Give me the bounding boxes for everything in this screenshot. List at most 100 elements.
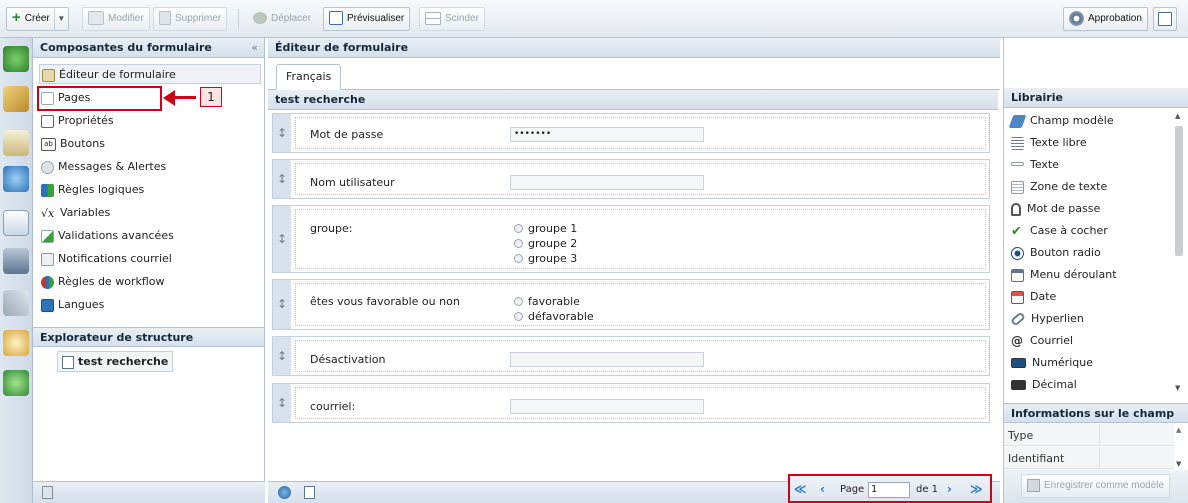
globe-module-icon[interactable] <box>3 166 29 192</box>
form-row-deactivation[interactable]: ↕ Désactivation <box>272 336 990 376</box>
radio-option[interactable]: groupe 2 <box>514 236 577 251</box>
split-button[interactable]: Scinder <box>419 7 485 31</box>
drag-handle-icon[interactable]: ↕ <box>273 337 291 375</box>
drag-handle-icon[interactable]: ↕ <box>273 114 291 152</box>
component-item-properties[interactable]: Propriétés <box>41 111 114 131</box>
form-editor-icon <box>42 68 55 82</box>
radio-icon[interactable] <box>514 297 523 306</box>
username-input[interactable] <box>510 175 704 190</box>
properties-icon <box>41 114 54 128</box>
edit-icon <box>88 11 104 26</box>
radio-option[interactable]: groupe 3 <box>514 251 577 266</box>
first-page-icon[interactable]: ≪ <box>794 482 807 496</box>
field-container: courriel: <box>295 387 986 419</box>
library-item-checkbox[interactable]: ✔ Case à cocher <box>1011 220 1108 242</box>
collapse-icon[interactable]: « <box>251 38 258 57</box>
component-item-form-editor[interactable]: Éditeur de formulaire <box>39 64 261 84</box>
radio-icon[interactable] <box>514 254 523 263</box>
save-as-template-button[interactable]: Enregistrer comme modèle <box>1021 474 1171 498</box>
form-module-icon[interactable] <box>3 130 29 156</box>
preview-button[interactable]: Prévisualiser <box>323 7 411 31</box>
library-item-decimal[interactable]: Décimal <box>1011 374 1077 394</box>
dropdown-icon <box>1011 268 1024 282</box>
chart-module-icon[interactable] <box>3 210 29 236</box>
module-sidebar <box>0 38 33 503</box>
form-settings-button[interactable] <box>1153 7 1177 31</box>
drag-handle-icon[interactable]: ↕ <box>273 384 291 422</box>
drag-handle-icon[interactable]: ↕ <box>273 280 291 329</box>
drag-handle-icon[interactable]: ↕ <box>273 206 291 272</box>
library-item-numeric[interactable]: Numérique <box>1011 352 1093 374</box>
library-item-radio[interactable]: Bouton radio <box>1011 242 1101 264</box>
form-row-group[interactable]: ↕ groupe: groupe 1 groupe 2 groupe 3 <box>272 205 990 273</box>
globe-icon[interactable] <box>278 486 291 499</box>
library-item-template-field[interactable]: Champ modèle <box>1008 110 1114 132</box>
library-item-free-text[interactable]: Texte libre <box>1011 132 1087 154</box>
tools-module-icon[interactable] <box>3 290 29 316</box>
password-input[interactable]: ••••••• <box>510 127 704 142</box>
deactivation-input[interactable] <box>510 352 704 367</box>
scroll-down-icon[interactable]: ▼ <box>1176 460 1181 468</box>
component-item-languages[interactable]: Langues <box>41 295 104 315</box>
buttons-icon: ab <box>41 137 56 151</box>
location-module-icon[interactable] <box>3 370 29 396</box>
drag-handle-icon[interactable]: ↕ <box>273 160 291 198</box>
radio-icon[interactable] <box>514 312 523 321</box>
component-item-advanced-validations[interactable]: Validations avancées <box>41 226 174 246</box>
radio-icon[interactable] <box>514 239 523 248</box>
home-module-icon[interactable] <box>3 46 29 72</box>
modify-button[interactable]: Modifier <box>82 7 150 31</box>
component-item-buttons[interactable]: ab Boutons <box>41 134 105 154</box>
field-label: Désactivation <box>310 353 386 366</box>
form-row-password[interactable]: ↕ Mot de passe ••••••• <box>272 113 990 153</box>
delete-button[interactable]: Supprimer <box>153 7 228 31</box>
radio-icon[interactable] <box>514 224 523 233</box>
create-button[interactable]: + Créer ▼ <box>6 7 69 31</box>
chevron-down-icon[interactable]: ▼ <box>53 8 68 30</box>
form-editor-panel: Éditeur de formulaire Français test rech… <box>268 38 1000 503</box>
component-item-email-notifications[interactable]: Notifications courriel <box>41 249 172 269</box>
form-row-email[interactable]: ↕ courriel: <box>272 383 990 423</box>
form-settings-icon <box>1158 12 1172 26</box>
next-page-icon[interactable]: › <box>947 482 952 496</box>
form-row-username[interactable]: ↕ Nom utilisateur <box>272 159 990 199</box>
copy-icon[interactable] <box>304 486 315 499</box>
email-input[interactable] <box>510 399 704 414</box>
component-item-workflow-rules[interactable]: Règles de workflow <box>41 272 164 292</box>
library-item-password[interactable]: Mot de passe <box>1011 198 1100 220</box>
approval-button[interactable]: Approbation <box>1063 7 1148 31</box>
last-page-icon[interactable]: ≫ <box>970 482 983 496</box>
trash-icon[interactable] <box>42 486 53 499</box>
scroll-up-icon[interactable]: ▲ <box>1175 112 1180 120</box>
devices-module-icon[interactable] <box>3 248 29 274</box>
component-item-logic-rules[interactable]: Règles logiques <box>41 180 144 200</box>
clock-module-icon[interactable] <box>3 330 29 356</box>
library-item-text[interactable]: Texte <box>1011 154 1059 176</box>
radio-option[interactable]: défavorable <box>514 309 594 324</box>
pager: ≪ ‹ Page 1 de 1 › ≫ <box>788 474 992 503</box>
structure-tree-item[interactable]: test recherche <box>57 351 174 372</box>
variables-icon: √x <box>41 206 55 220</box>
library-item-dropdown[interactable]: Menu déroulant <box>1011 264 1117 286</box>
eraser-module-icon[interactable] <box>3 86 29 112</box>
library-item-date[interactable]: Date <box>1011 286 1056 308</box>
library-item-hyperlink[interactable]: Hyperlien <box>1010 308 1084 330</box>
page-number-input[interactable]: 1 <box>868 482 910 498</box>
component-item-variables[interactable]: √x Variables <box>41 203 110 223</box>
scrollbar-thumb[interactable] <box>1175 126 1183 256</box>
library-item-textarea[interactable]: Zone de texte <box>1011 176 1107 198</box>
tab-french[interactable]: Français <box>276 64 342 90</box>
textarea-icon <box>1011 180 1024 194</box>
previous-page-icon[interactable]: ‹ <box>820 482 825 496</box>
component-item-messages[interactable]: Messages & Alertes <box>41 157 166 177</box>
move-button[interactable]: Déplacer <box>247 7 317 31</box>
library-scrollbar[interactable]: ▲ ▼ <box>1173 112 1185 392</box>
radio-option[interactable]: groupe 1 <box>514 221 577 236</box>
scroll-up-icon[interactable]: ▲ <box>1176 426 1181 434</box>
radio-option[interactable]: favorable <box>514 294 580 309</box>
library-item-email[interactable]: @ Courriel <box>1011 330 1073 352</box>
form-row-favorable[interactable]: ↕ êtes vous favorable ou non favorable d… <box>272 279 990 330</box>
field-info-scrollbar[interactable]: ▲ ▼ <box>1175 426 1185 468</box>
pages-highlight-box <box>37 86 162 111</box>
scroll-down-icon[interactable]: ▼ <box>1175 384 1180 392</box>
